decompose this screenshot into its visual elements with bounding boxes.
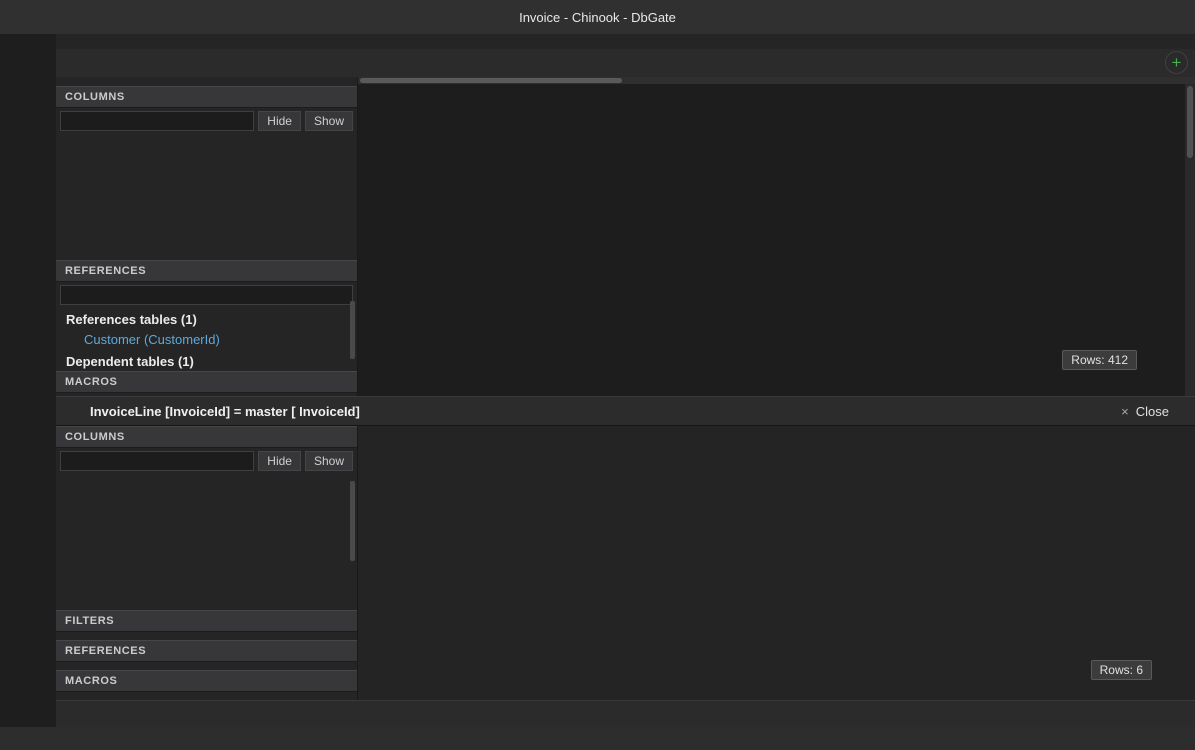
show-button[interactable]: Show [305,451,353,471]
tab-bar: + [56,49,1195,77]
left-icon-rail [0,34,56,727]
status-bar [0,727,1195,750]
search-columns-input[interactable] [60,451,254,471]
vertical-scrollbar[interactable] [1185,84,1195,396]
row-count-badge: Rows: 6 [1091,660,1152,680]
left-panel-bottom: COLUMNS Hide Show FILTERS REFERENCES MAC… [56,426,358,700]
references-tables-label: References tables (1) [56,308,357,329]
detail-grid-header: InvoiceLine [InvoiceId] = master [ Invoi… [56,396,1195,426]
columns-search-row: Hide Show [56,108,357,134]
row-count-badge: Rows: 412 [1062,350,1137,370]
macros-section-header[interactable]: MACROS [56,670,357,692]
columns-search-row: Hide Show [56,448,357,474]
connection-group-bar [56,34,1195,49]
dependent-tables-label: Dependent tables (1) [56,350,357,371]
new-tab-button[interactable]: + [1165,51,1188,74]
left-panel-top: COLUMNS Hide Show REFERENCES References … [56,77,358,396]
reference-link-customer[interactable]: Customer (CustomerId) [56,329,357,350]
filters-section-header[interactable]: FILTERS [56,610,357,632]
panel-scrollbar[interactable] [350,481,355,561]
invoice-data-grid: Rows: 412 [358,77,1195,396]
columns-tree [56,474,357,584]
search-references-input[interactable] [60,285,353,305]
hide-button[interactable]: Hide [258,111,301,131]
columns-section-header[interactable]: COLUMNS [56,86,357,108]
detail-grid-title: InvoiceLine [InvoiceId] = master [ Invoi… [90,404,360,419]
detail-grid-icon [68,404,82,418]
link-icon [66,334,78,346]
columns-tree [56,134,357,260]
horizontal-scrollbar[interactable] [358,77,1195,84]
invoiceline-data-grid: Rows: 6 [358,426,1195,700]
titlebar: Invoice - Chinook - DbGate [0,0,1195,34]
show-button[interactable]: Show [305,111,353,131]
close-icon: × [1121,404,1129,419]
reference-link-label: Customer (CustomerId) [84,332,220,347]
columns-section-header[interactable]: COLUMNS [56,426,357,448]
hide-button[interactable]: Hide [258,451,301,471]
references-search-row [56,282,357,308]
grid-toolbar [56,700,1195,727]
references-section-header[interactable]: REFERENCES [56,260,357,282]
panel-scrollbar[interactable] [350,301,355,359]
close-detail-button[interactable]: × Close [1121,404,1169,419]
references-section-header[interactable]: REFERENCES [56,640,357,662]
window-title: Invoice - Chinook - DbGate [0,10,1195,25]
macros-section-header[interactable]: MACROS [56,371,357,393]
search-columns-input[interactable] [60,111,254,131]
